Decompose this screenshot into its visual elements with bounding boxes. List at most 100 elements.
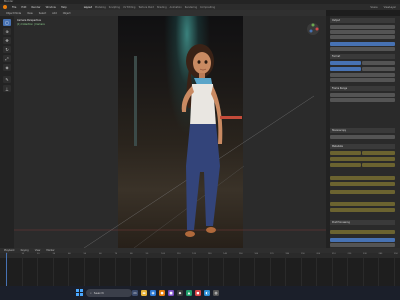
tab-sculpting[interactable]: Sculpting <box>109 6 120 9</box>
rotate-tool-icon[interactable]: ↻ <box>3 46 11 53</box>
tab-shading[interactable]: Shading <box>157 6 167 9</box>
timeline-tick-label: 60 <box>99 253 102 255</box>
timeline-tick-label: 10 <box>21 253 25 255</box>
frame-rate-field[interactable] <box>330 67 361 71</box>
metadata-scene-toggle[interactable] <box>330 182 395 186</box>
resolution-y-field[interactable] <box>362 61 395 65</box>
file-format-field[interactable] <box>330 30 395 34</box>
active-setting-field[interactable] <box>330 42 395 46</box>
dither-field[interactable] <box>330 243 395 247</box>
app-icon-purple[interactable]: ■ <box>168 290 174 296</box>
app-icon-dark[interactable]: ◆ <box>177 290 183 296</box>
resolution-x-field[interactable] <box>330 61 361 65</box>
timeline-grid-line <box>285 258 287 286</box>
metadata-date-toggle[interactable] <box>330 151 361 155</box>
tab-modeling[interactable]: Modeling <box>95 6 106 9</box>
transform-tool-icon[interactable]: ◈ <box>3 64 11 71</box>
compression-field[interactable] <box>330 47 395 51</box>
3d-viewport[interactable]: Camera Perspective (1) Collection | Came… <box>14 16 326 248</box>
task-view-icon[interactable]: ▭ <box>132 290 138 296</box>
timeline-grid-line <box>394 258 395 286</box>
menu-render[interactable]: Render <box>31 6 40 9</box>
tab-compositing[interactable]: Compositing <box>200 6 215 9</box>
timeline-tick-label: 130 <box>207 253 212 255</box>
tool-shelf: ▢ ⊕ ✥ ↻ ⤢ ◈ ✎ ⟂ <box>0 16 14 248</box>
render-region-field[interactable] <box>330 73 395 77</box>
file-explorer-icon[interactable]: ▬ <box>141 290 147 296</box>
sequencer-toggle[interactable] <box>330 238 395 242</box>
timeline-grid-line <box>192 258 194 286</box>
view-menu-timeline[interactable]: View <box>35 249 41 252</box>
timeline-tracks[interactable] <box>0 258 400 286</box>
metadata-section-header[interactable]: Metadata <box>330 144 395 149</box>
menu-window[interactable]: Window <box>46 6 56 9</box>
menu-file[interactable]: File <box>12 6 16 9</box>
neon-sign-bar <box>220 116 242 119</box>
timeline-grid-line <box>207 258 209 286</box>
measure-tool-icon[interactable]: ⟂ <box>3 85 11 92</box>
metadata-marker-toggle[interactable] <box>330 190 395 194</box>
select-menu[interactable]: Select <box>39 12 46 15</box>
timeline-tick-label: 100 <box>161 253 166 255</box>
add-menu[interactable]: Add <box>52 12 57 15</box>
navigation-gizmo-icon[interactable] <box>306 22 320 36</box>
metadata-filename-toggle[interactable] <box>330 202 395 206</box>
app-icon-grey[interactable]: ◍ <box>213 290 219 296</box>
app-icon-green[interactable]: ▲ <box>186 290 192 296</box>
metadata-lens-toggle[interactable] <box>330 176 395 180</box>
view-menu[interactable]: View <box>27 12 33 15</box>
keying-menu[interactable]: Keying <box>21 249 29 252</box>
timeline-tick-label: 120 <box>192 253 197 255</box>
post-processing-section-header[interactable]: Post Processing <box>330 220 395 225</box>
output-path-field[interactable] <box>330 25 395 29</box>
timeline-editor[interactable]: Playback Keying View Marker 010203040506… <box>0 248 400 286</box>
frame-range-section-header[interactable]: Frame Range <box>330 86 395 91</box>
metadata-render-time-toggle[interactable] <box>330 157 395 161</box>
stereoscopy-section-header[interactable]: Stereoscopy <box>330 128 395 133</box>
metadata-camera-toggle[interactable] <box>362 163 395 167</box>
timeline-grid-line <box>316 258 318 286</box>
select-box-tool-icon[interactable]: ▢ <box>3 19 11 26</box>
timeline-grid-line <box>21 258 23 286</box>
format-section-header[interactable]: Format <box>330 54 395 59</box>
start-menu-icon[interactable] <box>76 289 83 296</box>
timeline-playhead[interactable] <box>6 253 7 286</box>
frame-end-field[interactable] <box>330 98 395 102</box>
marker-menu[interactable]: Marker <box>46 249 54 252</box>
output-section-header[interactable]: Output <box>330 18 395 23</box>
tab-uv-editing[interactable]: UV Editing <box>123 6 135 9</box>
blender-logo-icon[interactable] <box>3 5 7 9</box>
timeline-tick-label: 70 <box>114 253 118 255</box>
stereo-field[interactable] <box>330 135 395 139</box>
object-menu[interactable]: Object <box>63 12 71 15</box>
mode-dropdown[interactable]: Object Mode <box>6 12 21 15</box>
view-layer-selector[interactable]: ViewLayer <box>384 6 396 9</box>
scene-selector[interactable]: Scene <box>370 6 377 9</box>
tab-texture-paint[interactable]: Texture Paint <box>138 6 153 9</box>
move-tool-icon[interactable]: ✥ <box>3 37 11 44</box>
color-field[interactable] <box>330 35 395 39</box>
blender-taskbar-icon[interactable]: ● <box>159 290 165 296</box>
timeline-tick-label: 40 <box>68 253 71 255</box>
app-icon-red[interactable]: ◼ <box>195 290 201 296</box>
annotate-tool-icon[interactable]: ✎ <box>3 76 11 83</box>
menu-help[interactable]: Help <box>61 6 67 9</box>
cursor-tool-icon[interactable]: ⊕ <box>3 28 11 35</box>
tab-rendering[interactable]: Rendering <box>185 6 197 9</box>
crop-field[interactable] <box>330 78 395 82</box>
browser-icon[interactable]: ◉ <box>150 290 156 296</box>
metadata-frame-toggle[interactable] <box>330 163 361 167</box>
tab-animation[interactable]: Animation <box>170 6 182 9</box>
compositing-toggle[interactable] <box>330 230 395 234</box>
taskbar-search[interactable]: ⌕ Search <box>86 289 132 297</box>
metadata-note-toggle[interactable] <box>330 208 395 212</box>
aspect-field[interactable] <box>362 67 395 71</box>
menu-edit[interactable]: Edit <box>21 6 26 9</box>
playback-menu[interactable]: Playback <box>4 249 15 252</box>
frame-start-field[interactable] <box>330 93 395 97</box>
tab-layout[interactable]: Layout <box>84 6 92 9</box>
app-icon-blue[interactable]: ◐ <box>204 290 210 296</box>
metadata-time-toggle[interactable] <box>362 151 395 155</box>
timeline-grid-line <box>238 258 240 286</box>
scale-tool-icon[interactable]: ⤢ <box>3 55 11 62</box>
